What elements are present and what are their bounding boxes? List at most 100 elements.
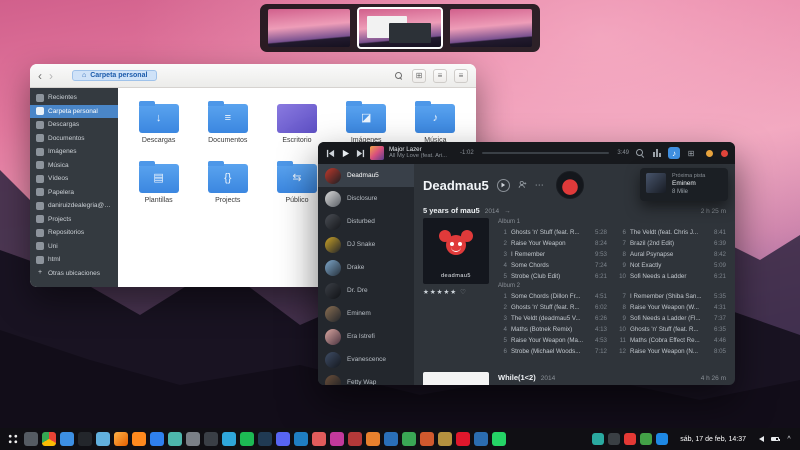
view-grid-icon[interactable]: ⊞ [412, 68, 426, 83]
next-album-section[interactable]: While(1<2) 2014 4 h 26 m [423, 372, 726, 385]
dock-app-icon[interactable] [402, 432, 416, 446]
sidebar-item[interactable]: + Otras ubicaciones [30, 267, 118, 281]
sidebar-item[interactable]: html [30, 253, 118, 267]
dock-app-icon[interactable] [240, 432, 254, 446]
volume-icon[interactable] [756, 434, 766, 444]
dock-app-icon[interactable] [384, 432, 398, 446]
track-row[interactable]: 2 Raise Your Weapon 8:24 [498, 238, 607, 249]
more-options-icon[interactable]: ⋯ [535, 180, 544, 190]
sidebar-item[interactable]: Carpeta personal [30, 104, 118, 118]
dock-app-icon[interactable] [456, 432, 470, 446]
sidebar-item[interactable]: Descargas [30, 118, 118, 132]
album-cover-art[interactable]: deadmau5 [423, 218, 489, 284]
track-row[interactable]: 6 Strobe (Michael Woods... 7:12 [498, 346, 607, 357]
folder-item[interactable]: ≡ Documentos [196, 100, 260, 144]
track-row[interactable]: 5 Raise Your Weapon (Ma... 4:53 [498, 335, 607, 346]
workspace-thumbnail-2-active[interactable] [357, 7, 443, 49]
album-arrow-icon[interactable]: → [504, 208, 511, 215]
dock-app-icon[interactable] [420, 432, 434, 446]
dock-app-icon[interactable] [312, 432, 326, 446]
dock-app-icon[interactable] [96, 432, 110, 446]
track-row[interactable]: 3 The Veldt (deadmau5 V... 6:26 [498, 313, 607, 324]
dock-app-icon[interactable] [366, 432, 380, 446]
track-row[interactable]: 7 I Remember (Shiba San... 5:35 [617, 291, 726, 302]
dock-app-icon[interactable] [186, 432, 200, 446]
sidebar-item[interactable]: Papelera [30, 186, 118, 200]
track-row[interactable]: 1 Ghosts 'n' Stuff (feat. R... 5:28 [498, 227, 607, 238]
dock-app-icon[interactable] [78, 432, 92, 446]
artist-list-item[interactable]: DJ Snake [318, 233, 414, 256]
artist-list-item[interactable]: Disturbed [318, 210, 414, 233]
close-button[interactable] [721, 149, 728, 157]
queue-grid-icon[interactable]: ⊞ [685, 147, 697, 159]
dock-app-icon[interactable] [492, 432, 506, 446]
next-track-icon[interactable] [355, 148, 365, 158]
dock-app-icon[interactable] [222, 432, 236, 446]
next-album-cover[interactable] [423, 372, 489, 385]
next-album-title[interactable]: While(1<2) [498, 373, 536, 382]
dock-app-icon[interactable] [42, 432, 56, 446]
artist-list-item[interactable]: Fetty Wap [318, 371, 414, 385]
tray-app-icon[interactable] [592, 433, 605, 445]
tray-app-icon[interactable] [640, 433, 653, 445]
sidebar-item[interactable]: Recientes [30, 91, 118, 105]
track-row[interactable]: 4 Maths (Botnek Remix) 4:13 [498, 324, 607, 335]
star-rating-icon[interactable]: ★★★★★ [423, 288, 457, 296]
track-row[interactable]: 9 Sofi Needs a Ladder (Fl... 7:37 [617, 313, 726, 324]
sidebar-item[interactable]: Documentos [30, 132, 118, 146]
dock-app-icon[interactable] [132, 432, 146, 446]
artist-list-item[interactable]: Evanescence [318, 348, 414, 371]
track-row[interactable]: 10 Sofi Needs a Ladder 6:21 [617, 271, 726, 282]
sidebar-item[interactable]: Uni [30, 240, 118, 254]
equalizer-icon[interactable] [651, 147, 663, 159]
dock-app-icon[interactable] [24, 432, 38, 446]
dock-app-icon[interactable] [294, 432, 308, 446]
sidebar-item[interactable]: Projects [30, 213, 118, 227]
track-row[interactable]: 11 Maths (Cobra Effect Re... 4:46 [617, 335, 726, 346]
track-row[interactable]: 8 Raise Your Weapon (W... 4:31 [617, 302, 726, 313]
track-row[interactable]: 8 Aural Psynapse 8:42 [617, 249, 726, 260]
track-row[interactable]: 9 Not Exactly 5:09 [617, 260, 726, 271]
tray-app-icon[interactable] [608, 433, 621, 445]
favorite-heart-icon[interactable]: ♡ [460, 288, 466, 296]
track-row[interactable]: 5 Strobe (Club Edit) 6:21 [498, 271, 607, 282]
minimize-button[interactable] [706, 149, 713, 157]
clock-date[interactable]: sáb, 17 de feb, 14:37 [680, 436, 746, 443]
tray-app-icon[interactable] [624, 433, 637, 445]
play-artist-button[interactable] [496, 178, 510, 192]
artist-list-item[interactable]: Disclosure [318, 187, 414, 210]
tray-app-icon[interactable] [656, 433, 669, 445]
play-icon[interactable] [340, 148, 350, 158]
search-icon[interactable] [634, 147, 646, 159]
track-row[interactable]: 4 Some Chords 7:24 [498, 260, 607, 271]
dock-app-icon[interactable] [168, 432, 182, 446]
dock-app-icon[interactable] [330, 432, 344, 446]
tray-expand-icon[interactable]: ^ [784, 434, 794, 444]
previous-track-icon[interactable] [325, 148, 335, 158]
folder-item[interactable]: {} Projects [196, 160, 260, 204]
dock-app-icon[interactable] [150, 432, 164, 446]
sidebar-item[interactable]: Vídeos [30, 172, 118, 186]
folder-item[interactable]: ◪ Imágenes [334, 100, 398, 144]
battery-icon[interactable] [770, 434, 780, 444]
artist-list-item[interactable]: Deadmau5 [318, 164, 414, 187]
folder-item[interactable]: ♪ Música [403, 100, 467, 144]
sidebar-item[interactable]: daniruizdealegria@gm... [30, 199, 118, 213]
sidebar-item[interactable]: Repositorios [30, 226, 118, 240]
dock-app-icon[interactable] [204, 432, 218, 446]
workspace-thumbnail-1[interactable] [268, 9, 350, 47]
seek-bar[interactable] [481, 152, 610, 154]
dock-app-icon[interactable] [348, 432, 362, 446]
track-row[interactable]: 7 Brazil (2nd Edit) 6:39 [617, 238, 726, 249]
album-title[interactable]: 5 years of mau5 [423, 206, 480, 215]
track-row[interactable]: 2 Ghosts 'n' Stuff (feat. R... 6:02 [498, 302, 607, 313]
artist-list-item[interactable]: Eminem [318, 302, 414, 325]
workspace-thumbnail-3[interactable] [450, 9, 532, 47]
track-row[interactable]: 10 Ghosts 'n' Stuff (feat. R... 6:35 [617, 324, 726, 335]
track-row[interactable]: 6 The Veldt (feat. Chris J... 8:41 [617, 227, 726, 238]
artist-list-item[interactable]: Era Istrefi [318, 325, 414, 348]
dock-app-icon[interactable] [276, 432, 290, 446]
dock-app-icon[interactable] [60, 432, 74, 446]
artist-list-item[interactable]: Dr. Dre [318, 279, 414, 302]
track-row[interactable]: 3 I Remember 9:53 [498, 249, 607, 260]
